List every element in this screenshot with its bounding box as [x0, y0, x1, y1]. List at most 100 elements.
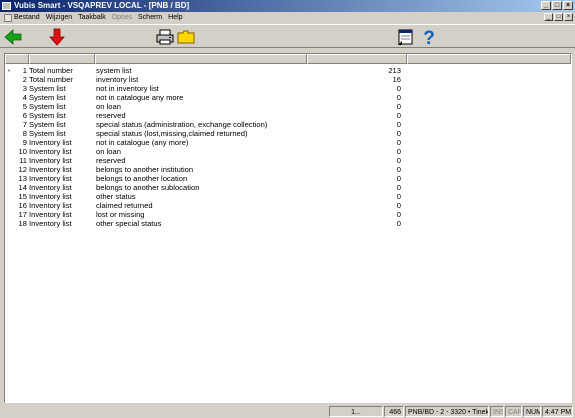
toolbar: ? [0, 24, 575, 49]
mdi-close-button[interactable]: × [564, 13, 573, 21]
row-category: Inventory list [29, 138, 72, 147]
row-value: 0 [396, 111, 401, 120]
red-down-arrow-icon [49, 28, 65, 46]
table-row[interactable]: 14 Inventory list belongs to another sublo… [5, 183, 425, 192]
table-row[interactable]: 9 Inventory list not in catalogue (any mor… [5, 138, 425, 147]
row-description: not in inventory list [96, 84, 159, 93]
row-description: special status (lost,missing,claimed ret… [96, 129, 248, 138]
open-folder-button[interactable] [176, 27, 196, 47]
table-row[interactable]: 17 Inventory list lost or missing 0 [5, 210, 425, 219]
row-description: reserved [96, 156, 126, 165]
app-icon [2, 2, 11, 10]
row-number: 13 [18, 174, 27, 183]
row-value: 0 [396, 147, 401, 156]
row-value: 0 [396, 93, 401, 102]
results-list[interactable]: • 1 Total number system list 2 13 2 Total numbe… [4, 53, 572, 403]
row-category: System list [29, 111, 66, 120]
column-header-value[interactable] [307, 54, 407, 64]
row-description: system list [96, 66, 132, 75]
row-description: belongs to another institution [96, 165, 194, 174]
row-number: 10 [18, 147, 27, 156]
row-selector: • [7, 66, 11, 75]
column-header-number[interactable] [5, 54, 29, 64]
status-num: NUM [523, 406, 541, 417]
window-title: Vubis Smart - VSQAPREV LOCAL - [PNB / BD… [14, 1, 190, 10]
column-header-description[interactable] [95, 54, 307, 64]
row-description: other status [96, 192, 136, 201]
row-number: 4 [22, 93, 27, 102]
column-header-category[interactable] [29, 54, 95, 64]
row-description: claimed returned [96, 201, 153, 210]
minimize-button[interactable]: _ [541, 1, 551, 10]
table-row[interactable]: 12 Inventory list belongs to another insti… [5, 165, 425, 174]
menu-wijzigen[interactable]: Wijzigen [43, 14, 75, 21]
menu-bar: Bestand Wijzigen Taakbalk Opties Scherm … [0, 12, 575, 23]
help-question-icon: ? [423, 28, 435, 49]
back-button[interactable] [3, 27, 23, 47]
table-row[interactable]: • 1 Total number system list 213 [5, 66, 425, 75]
table-row[interactable]: 5 System list on loan 0 [5, 102, 425, 111]
status-context: PNB/BD - 2 - 3320 • Tineke [405, 406, 489, 417]
table-row[interactable]: 13 Inventory list belongs to another locat… [5, 174, 425, 183]
table-row[interactable]: 4 System list not in catalogue any more 0 [5, 93, 425, 102]
print-button[interactable] [155, 27, 175, 47]
table-row[interactable]: 6 System list reserved 0 [5, 111, 425, 120]
status-ins: INS [490, 406, 504, 417]
row-value: 0 [396, 102, 401, 111]
table-row[interactable]: 7 System list special status (administrati… [5, 120, 425, 129]
row-value: 0 [396, 174, 401, 183]
row-value: 0 [396, 138, 401, 147]
row-category: Inventory list [29, 192, 72, 201]
row-category: Inventory list [29, 183, 72, 192]
menu-bestand[interactable]: Bestand [1, 13, 43, 22]
row-number: 9 [22, 138, 27, 147]
row-value: 0 [396, 183, 401, 192]
row-description: belongs to another location [96, 174, 188, 183]
table-row[interactable]: 18 Inventory list other special status 0 [5, 219, 425, 228]
form-button[interactable] [395, 27, 415, 47]
table-row[interactable]: 11 Inventory list reserved 0 [5, 156, 425, 165]
row-number: 8 [22, 129, 27, 138]
menu-opties: Opties [111, 14, 133, 21]
row-category: Inventory list [29, 165, 72, 174]
row-number: 1 [22, 66, 27, 75]
status-position: 1... [329, 406, 383, 417]
row-value: 0 [396, 192, 401, 201]
row-category: Inventory list [29, 147, 72, 156]
maximize-button[interactable]: □ [552, 1, 562, 10]
row-value: 0 [396, 210, 401, 219]
download-button[interactable] [47, 27, 67, 47]
mdi-restore-button[interactable]: □ [554, 13, 563, 21]
help-button[interactable]: ? [419, 27, 439, 49]
table-row[interactable]: 3 System list not in inventory list 0 [5, 84, 425, 93]
table-row[interactable]: 2 Total number inventory list 16 [5, 75, 425, 84]
row-number: 12 [18, 165, 27, 174]
row-value: 0 [396, 219, 401, 228]
row-value: 0 [396, 165, 401, 174]
row-description: not in catalogue (any more) [96, 138, 189, 147]
close-button[interactable]: × [563, 1, 573, 10]
mdi-minimize-button[interactable]: _ [544, 13, 553, 21]
status-code: 466 [384, 406, 404, 417]
row-number: 17 [18, 210, 27, 219]
row-number: 2 [22, 75, 27, 84]
row-category: System list [29, 102, 66, 111]
row-description: not in catalogue any more [96, 93, 184, 102]
row-number: 11 [19, 156, 27, 165]
folder-icon [177, 30, 195, 44]
column-header-filler [407, 54, 571, 64]
table-row[interactable]: 10 Inventory list on loan 0 [5, 147, 425, 156]
menu-taakbalk[interactable]: Taakbalk [75, 14, 109, 21]
row-description: special status (administration, exchange… [96, 120, 268, 129]
document-icon [4, 13, 12, 22]
row-category: System list [29, 129, 66, 138]
table-row[interactable]: 16 Inventory list claimed returned 0 [5, 201, 425, 210]
row-category: System list [29, 120, 66, 129]
table-row[interactable]: 8 System list special status (lost,missing… [5, 129, 425, 138]
row-number: 6 [22, 111, 27, 120]
menu-scherm[interactable]: Scherm [135, 14, 165, 21]
menu-help[interactable]: Help [165, 14, 185, 21]
table-row[interactable]: 15 Inventory list other status 0 [5, 192, 425, 201]
row-category: Total number [29, 66, 73, 75]
row-description: reserved [96, 111, 126, 120]
